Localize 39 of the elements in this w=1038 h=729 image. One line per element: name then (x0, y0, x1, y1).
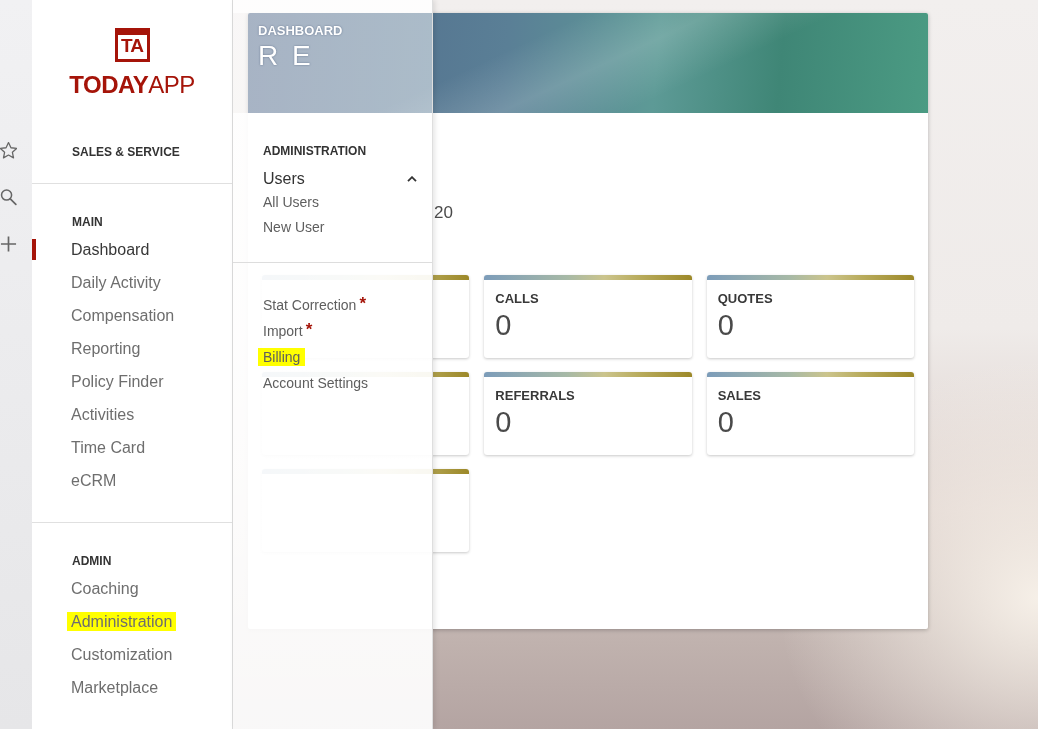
sidebar-item[interactable]: Compensation (67, 306, 179, 325)
sidebar-item[interactable]: Time Card (67, 438, 150, 457)
logo-mark: TA (114, 28, 150, 62)
sidebar-item[interactable]: Daily Activity (67, 273, 165, 292)
sidebar-item[interactable]: Administration (67, 612, 177, 631)
stat-label: CALLS (494, 290, 540, 306)
stat-value: 0 (716, 407, 734, 437)
sidebar-item[interactable]: Marketplace (67, 678, 163, 697)
submenu-item[interactable]: All Users (258, 192, 324, 211)
page-title: R E (258, 41, 314, 71)
stat-value: 0 (494, 407, 512, 437)
stat-value: 0 (494, 310, 512, 340)
page-eyebrow: DASHBOARD (258, 24, 343, 38)
menu-group-toggle[interactable]: Users (258, 169, 420, 189)
stat-value: 0 (716, 310, 734, 340)
search-icon[interactable] (0, 188, 17, 206)
flyout-heading: ADMINISTRATION (262, 144, 367, 158)
submenu-item[interactable]: New User (258, 217, 330, 236)
date-text: 20 (434, 203, 453, 222)
required-marker: * (305, 323, 313, 337)
sidebar-item[interactable]: Coaching (67, 579, 143, 598)
sidebar-item[interactable]: eCRM (67, 471, 121, 490)
required-marker: * (359, 297, 366, 311)
sidebar-item[interactable]: Policy Finder (67, 372, 168, 391)
menu-item[interactable]: Billing (258, 348, 306, 366)
sidebar-item[interactable]: Reporting (67, 339, 145, 358)
section-heading: MAIN (71, 215, 103, 229)
stat-label: REFERRALS (494, 387, 576, 403)
stat-label: QUOTES (716, 290, 774, 306)
section-heading: ADMIN (71, 554, 112, 568)
sidebar-item[interactable]: Activities (67, 405, 139, 424)
star-icon[interactable] (0, 141, 17, 159)
sidebar-item[interactable]: Dashboard (67, 240, 154, 259)
context-label: SALES & SERVICE (71, 145, 180, 159)
menu-item[interactable]: Account Settings (258, 374, 374, 392)
plus-icon[interactable] (0, 235, 17, 253)
logo-text: TODAYAPP (69, 74, 195, 96)
stat-label: SALES (716, 387, 762, 403)
sidebar-item[interactable]: Customization (67, 645, 177, 664)
